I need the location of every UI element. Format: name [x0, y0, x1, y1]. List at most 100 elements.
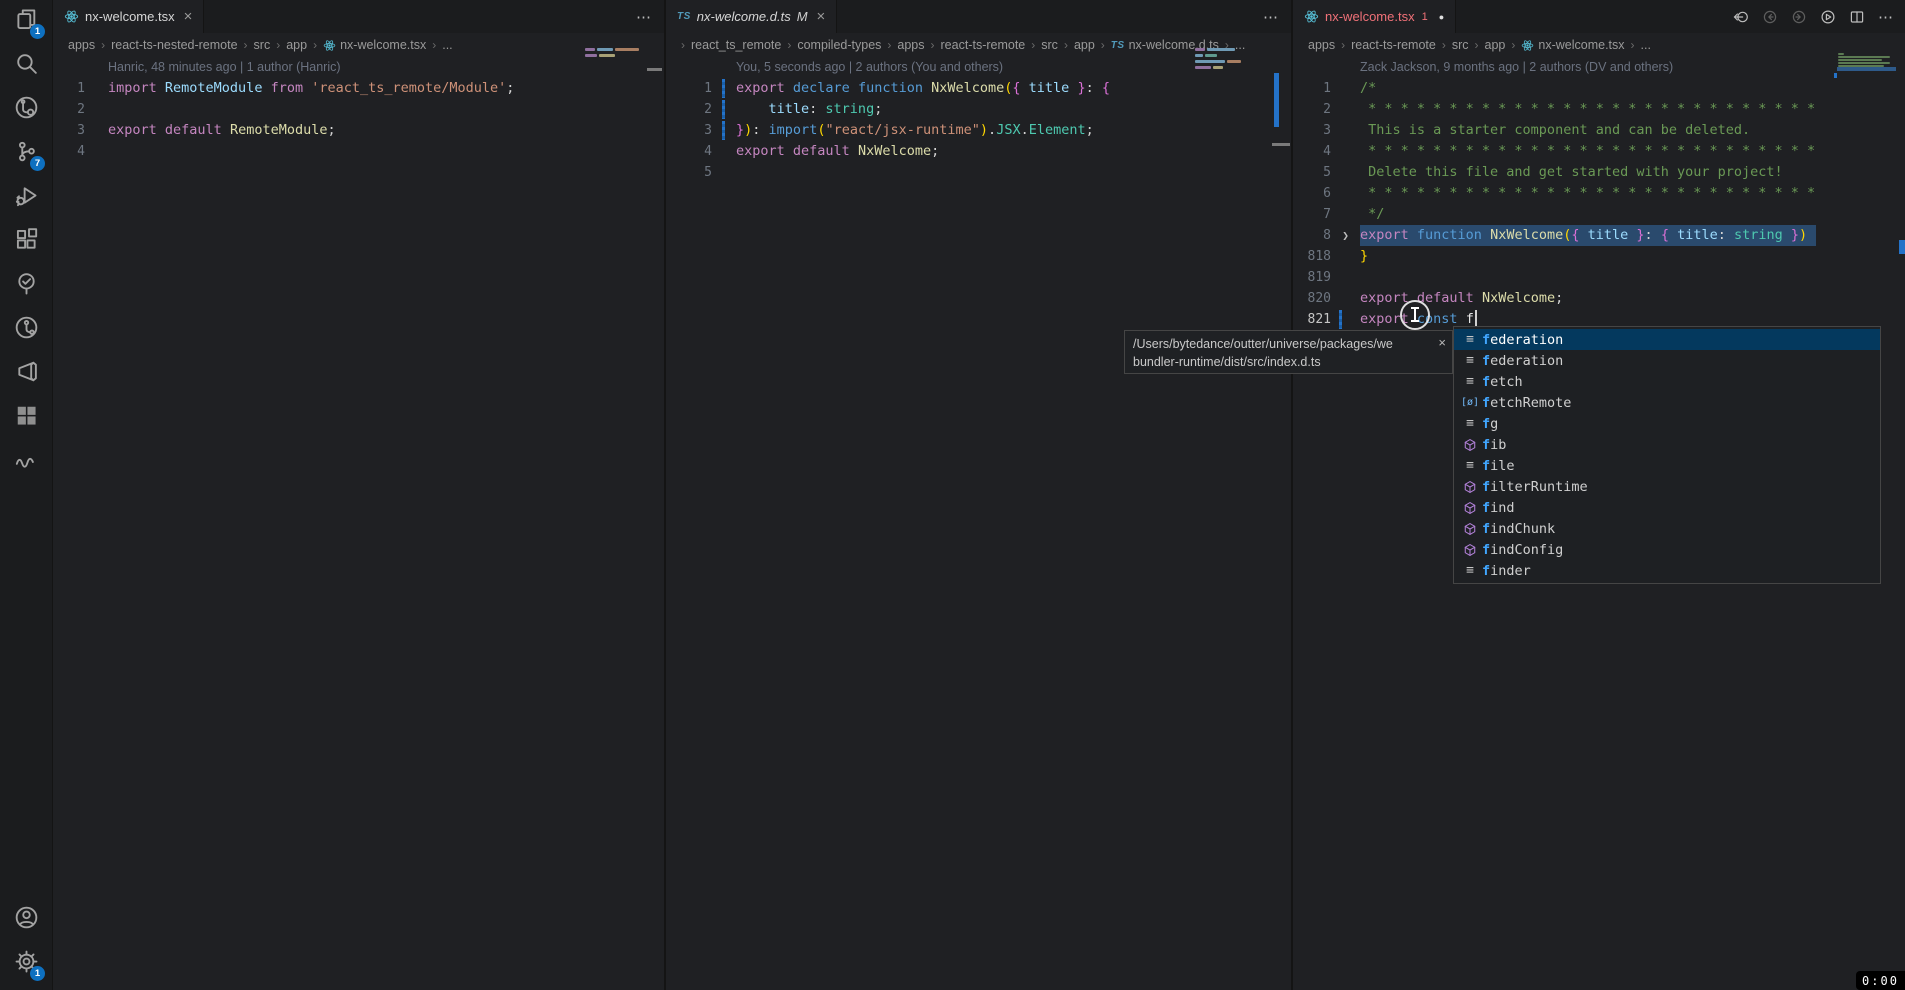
tab-nx-welcome.tsx[interactable]: nx-welcome.tsx1●	[1293, 0, 1456, 33]
split-editor-icon[interactable]	[1849, 9, 1865, 25]
breadcrumb-item-src[interactable]: src	[254, 38, 271, 52]
activity-bar: 1 7 1	[0, 0, 53, 990]
breadcrumb-item-...[interactable]: ...	[1641, 38, 1651, 52]
code-text: * * * * * * * * * * * * * * * * * * * * …	[1360, 99, 1815, 120]
sidebar-item-run-and-debug[interactable]	[2, 176, 50, 220]
breadcrumb-item-apps[interactable]: apps	[897, 38, 924, 52]
breadcrumb-item-apps[interactable]: apps	[1308, 38, 1335, 52]
sidebar-item-squiggle-view[interactable]	[2, 440, 50, 484]
breadcrumb-item-nx-welcome.tsx[interactable]: nx-welcome.tsx	[323, 38, 426, 52]
sidebar-item-settings[interactable]: 1	[2, 942, 50, 986]
code-line: 1export declare function NxWelcome({ tit…	[666, 78, 1291, 99]
code-text: Delete this file and get started with yo…	[1360, 162, 1783, 183]
sidebar-item-search[interactable]	[2, 44, 50, 88]
sidebar-item-apps-grid[interactable]	[2, 396, 50, 440]
fold-icon	[1331, 183, 1360, 204]
suggestion-item-file[interactable]: ≡file	[1454, 455, 1880, 476]
breadcrumb-item-react_ts_remote[interactable]: react_ts_remote	[691, 38, 781, 52]
minimap-modified-dot-editor3	[1834, 73, 1837, 78]
sidebar-item-accounts[interactable]	[2, 898, 50, 942]
more-actions-icon[interactable]: ⋯	[636, 8, 652, 26]
more-actions-icon[interactable]: ⋯	[1878, 8, 1894, 26]
token: Delete this file and get started with yo…	[1360, 164, 1783, 180]
code-text: }	[1360, 246, 1368, 267]
minimap-slider-mark-editor2	[1272, 143, 1290, 146]
breadcrumb-item-react-ts-nested-remote[interactable]: react-ts-nested-remote	[111, 38, 237, 52]
suggestion-label: find	[1482, 500, 1515, 516]
line-number: 3	[1293, 120, 1331, 141]
matched-prefix: f	[1482, 563, 1490, 579]
breadcrumb-item-src[interactable]: src	[1452, 38, 1469, 52]
token: default	[785, 143, 850, 159]
suggestion-label: findConfig	[1482, 542, 1563, 558]
breadcrumb-item-react-ts-remote[interactable]: react-ts-remote	[1351, 38, 1436, 52]
tab-nx-welcome.d.ts[interactable]: TSnx-welcome.d.tsM×	[666, 0, 837, 33]
breadcrumb-item-react-ts-remote[interactable]: react-ts-remote	[941, 38, 1026, 52]
breadcrumb-item-nx-welcome.d.ts[interactable]: TSnx-welcome.d.ts	[1111, 38, 1219, 52]
tab-nx-welcome.tsx[interactable]: nx-welcome.tsx×	[53, 0, 204, 33]
sidebar-item-extensions[interactable]	[2, 220, 50, 264]
breadcrumb-item-app[interactable]: app	[1485, 38, 1506, 52]
suggestion-item-filterRuntime[interactable]: filterRuntime	[1454, 476, 1880, 497]
gitlens-blame: You, 5 seconds ago | 2 authors (You and …	[736, 57, 1003, 78]
sidebar-item-source-control[interactable]: 7	[2, 132, 50, 176]
nav-right-icon[interactable]	[1791, 9, 1807, 25]
suggestion-item-find[interactable]: find	[1454, 497, 1880, 518]
breadcrumb-separator: ›	[1341, 38, 1345, 52]
breadcrumb-label: apps	[68, 38, 95, 52]
sidebar-item-graph-view[interactable]	[2, 308, 50, 352]
code-line: 2 * * * * * * * * * * * * * * * * * * * …	[1293, 99, 1905, 120]
code-text: * * * * * * * * * * * * * * * * * * * * …	[1360, 183, 1815, 204]
fold-icon[interactable]: ❯	[1331, 225, 1360, 246]
breadcrumb-item-compiled-types[interactable]: compiled-types	[797, 38, 881, 52]
nav-left-icon[interactable]	[1762, 9, 1778, 25]
suggestion-item-fetchRemote[interactable]: [ø]fetchRemote	[1454, 392, 1880, 413]
token: :	[1086, 80, 1094, 96]
suggestion-item-findChunk[interactable]: findChunk	[1454, 518, 1880, 539]
more-actions-icon[interactable]: ⋯	[1263, 8, 1279, 26]
sidebar-item-gitlens[interactable]	[2, 88, 50, 132]
tab-close-icon[interactable]: ×	[817, 9, 826, 24]
breadcrumb-item-apps[interactable]: apps	[68, 38, 95, 52]
code-line: 5	[666, 162, 1291, 183]
token: NxWelcome	[1474, 290, 1555, 306]
tooltip-close-icon[interactable]: ×	[1438, 334, 1446, 352]
token: title	[736, 101, 809, 117]
breadcrumb-item-nx-welcome.tsx[interactable]: nx-welcome.tsx	[1521, 38, 1624, 52]
tab-count-decoration: 1	[1422, 11, 1428, 23]
token: NxWelcome	[850, 143, 931, 159]
suggestion-item-findConfig[interactable]: findConfig	[1454, 539, 1880, 560]
breadcrumb-item-src[interactable]: src	[1041, 38, 1058, 52]
tab-close-icon[interactable]: ×	[184, 9, 193, 24]
suggestion-item-fg[interactable]: ≡fg	[1454, 413, 1880, 434]
word-suggest-icon: ≡	[1458, 563, 1482, 578]
editor-2[interactable]: You, 5 seconds ago | 2 authors (You and …	[666, 57, 1291, 990]
run-icon[interactable]	[1820, 9, 1836, 25]
token: Element	[1029, 122, 1086, 138]
line-number: 1	[1293, 78, 1331, 99]
breadcrumb-separator: ›	[313, 38, 317, 52]
suggestion-item-federation[interactable]: ≡federation	[1454, 329, 1880, 350]
breadcrumb: apps›react-ts-remote›src›app›nx-welcome.…	[1293, 33, 1905, 57]
code-line: 819	[1293, 267, 1905, 288]
suggestion-label: federation	[1482, 353, 1563, 369]
editor-1[interactable]: Hanric, 48 minutes ago | 1 author (Hanri…	[53, 57, 664, 990]
suggestion-item-finder[interactable]: ≡finder	[1454, 560, 1880, 581]
breadcrumb-item-app[interactable]: app	[1074, 38, 1095, 52]
fold-gutter	[1331, 57, 1360, 78]
token: .	[988, 122, 996, 138]
breadcrumb-label: src	[1041, 38, 1058, 52]
breadcrumb-item-app[interactable]: app	[286, 38, 307, 52]
sidebar-item-ribbon-view[interactable]	[2, 352, 50, 396]
sidebar-item-tree-view[interactable]	[2, 264, 50, 308]
suggestion-item-federation[interactable]: ≡federation	[1454, 350, 1880, 371]
suggestion-item-fetch[interactable]: ≡fetch	[1454, 371, 1880, 392]
sidebar-item-explorer[interactable]: 1	[2, 0, 50, 44]
breadcrumb-item-...[interactable]: ...	[442, 38, 452, 52]
suggestion-item-fib[interactable]: fib	[1454, 434, 1880, 455]
breadcrumb-item-...[interactable]: ...	[1235, 38, 1245, 52]
nav-back-icon[interactable]	[1733, 9, 1749, 25]
line-number: 4	[1293, 141, 1331, 162]
tab-label: nx-welcome.tsx	[1325, 9, 1415, 24]
line-number: 2	[1293, 99, 1331, 120]
